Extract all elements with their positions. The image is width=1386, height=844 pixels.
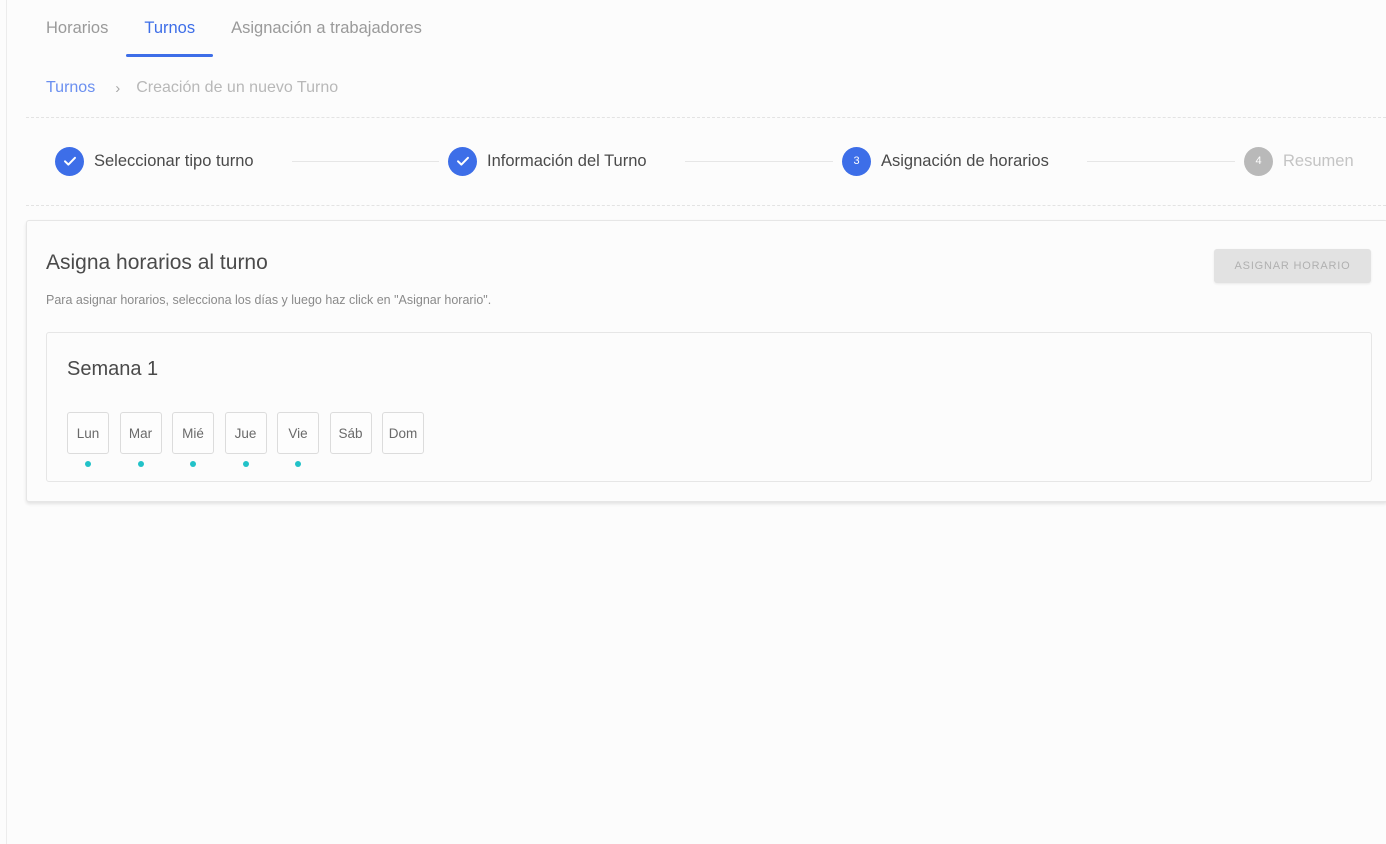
step-connector xyxy=(685,161,833,162)
step-number-badge: 4 xyxy=(1244,146,1273,176)
check-icon xyxy=(55,146,84,176)
day-label: Sáb xyxy=(338,425,363,441)
schedule-dot-icon xyxy=(190,461,196,467)
step-label: Seleccionar tipo turno xyxy=(94,151,254,170)
day-label: Vie xyxy=(288,425,308,441)
day-mar[interactable]: Mar xyxy=(119,412,162,467)
step-asignacion-de-horarios: 3 Asignación de horarios xyxy=(842,146,1049,176)
week-title: Semana 1 xyxy=(67,358,159,380)
step-number: 4 xyxy=(1255,155,1262,167)
assign-schedule-button[interactable]: ASIGNAR HORARIO xyxy=(1214,249,1371,283)
step-label: Resumen xyxy=(1283,151,1354,170)
day-vie[interactable]: Vie xyxy=(277,412,319,467)
week-panel: Semana 1 Lun Mar Mié Jue Vie Sáb Dom xyxy=(46,332,1372,482)
card-subtitle: Para asignar horarios, selecciona los dí… xyxy=(46,293,492,307)
day-lun[interactable]: Lun xyxy=(67,412,109,467)
day-label: Mié xyxy=(182,425,204,441)
divider xyxy=(26,117,1386,118)
step-seleccionar-tipo-turno: Seleccionar tipo turno xyxy=(55,146,254,176)
left-border xyxy=(6,0,7,844)
schedule-dot-icon xyxy=(242,461,249,467)
chevron-right-icon: › xyxy=(115,79,121,97)
step-resumen: 4 Resumen xyxy=(1244,146,1354,176)
day-label: Jue xyxy=(234,425,257,441)
step-informacion-del-turno: Información del Turno xyxy=(448,146,647,176)
tab-asignacion-trabajadores[interactable]: Asignación a trabajadores xyxy=(213,0,440,57)
day-sab[interactable]: Sáb xyxy=(329,412,372,454)
tab-bar: Horarios Turnos Asignación a trabajadore… xyxy=(28,0,440,57)
breadcrumb: Turnos › Creación de un nuevo Turno xyxy=(46,76,338,100)
card-title: Asigna horarios al turno xyxy=(46,251,268,274)
day-label: Lun xyxy=(76,425,100,441)
step-connector xyxy=(292,161,439,162)
step-label: Información del Turno xyxy=(487,151,647,170)
day-label: Mar xyxy=(128,425,153,441)
schedule-assignment-card: Asigna horarios al turno Para asignar ho… xyxy=(26,220,1386,502)
tab-horarios[interactable]: Horarios xyxy=(28,0,126,57)
day-jue[interactable]: Jue xyxy=(224,412,267,467)
page: Horarios Turnos Asignación a trabajadore… xyxy=(0,0,1386,844)
schedule-dot-icon xyxy=(137,461,144,467)
day-selector: Lun Mar Mié Jue Vie Sáb Dom xyxy=(67,412,435,467)
schedule-dot-icon xyxy=(85,461,91,467)
breadcrumb-root-link[interactable]: Turnos xyxy=(46,79,95,97)
day-label: Dom xyxy=(388,425,418,441)
day-mie[interactable]: Mié xyxy=(172,412,214,467)
schedule-dot-icon xyxy=(295,461,301,467)
day-dom[interactable]: Dom xyxy=(382,412,424,454)
step-connector xyxy=(1087,161,1235,162)
divider xyxy=(26,205,1386,206)
step-label: Asignación de horarios xyxy=(881,151,1049,170)
breadcrumb-current: Creación de un nuevo Turno xyxy=(136,79,339,96)
step-number: 3 xyxy=(853,155,860,167)
tab-turnos[interactable]: Turnos xyxy=(126,0,213,57)
step-number-badge: 3 xyxy=(842,146,871,176)
check-icon xyxy=(448,146,477,176)
